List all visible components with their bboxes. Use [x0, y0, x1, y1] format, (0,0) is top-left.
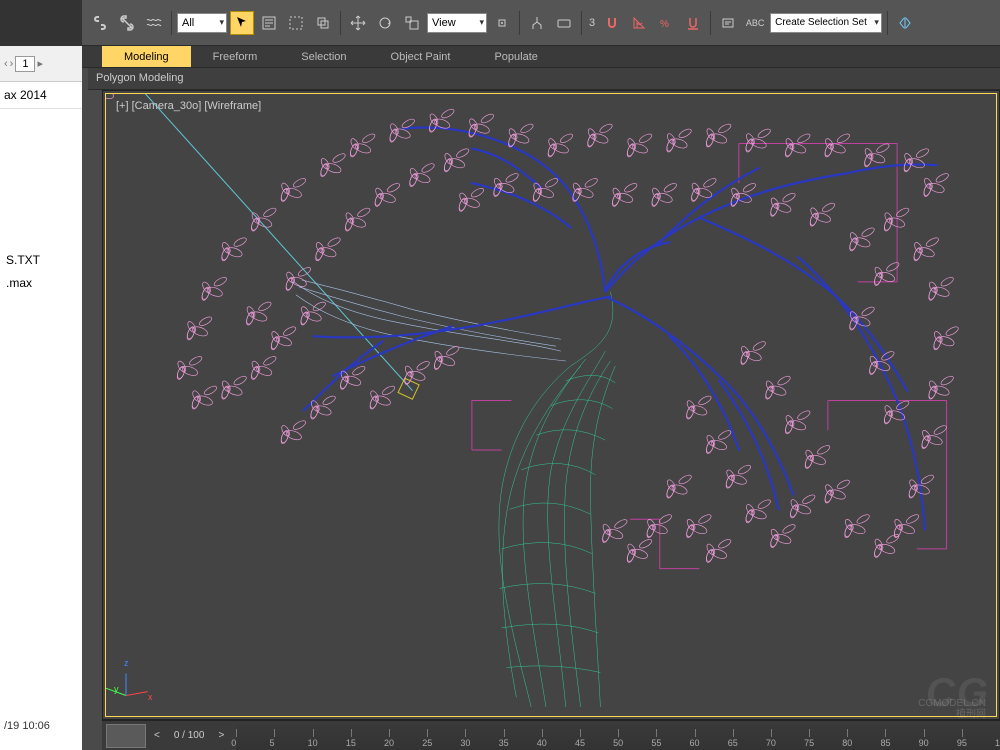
time-tick: 100: [995, 738, 1000, 748]
time-tick: 10: [308, 738, 318, 748]
mirror-icon[interactable]: [893, 11, 917, 35]
breadcrumb[interactable]: ax 2014: [0, 82, 82, 109]
pivot-icon[interactable]: [490, 11, 514, 35]
time-tick: 90: [919, 738, 929, 748]
unlink-icon[interactable]: [115, 11, 139, 35]
tab-populate[interactable]: Populate: [472, 46, 559, 67]
tab-modeling[interactable]: Modeling: [102, 46, 191, 67]
time-tick: 25: [422, 738, 432, 748]
time-position: 0 / 100: [164, 730, 215, 741]
window-crossing-icon[interactable]: [311, 11, 335, 35]
snap-value: 3: [589, 17, 595, 29]
time-tick: 95: [957, 738, 967, 748]
time-tick: 70: [766, 738, 776, 748]
ribbon-tabs: Modeling Freeform Selection Object Paint…: [82, 46, 1000, 68]
time-tick: 60: [690, 738, 700, 748]
axis-gizmo: x y z: [120, 662, 160, 702]
nav-dropdown-icon[interactable]: ▸: [37, 57, 43, 70]
nav-page[interactable]: 1: [15, 56, 35, 72]
nav-forward-icon[interactable]: ›: [10, 58, 14, 70]
rect-select-icon[interactable]: [284, 11, 308, 35]
time-tick: 15: [346, 738, 356, 748]
selection-set-dropdown[interactable]: Create Selection Set: [770, 13, 882, 33]
select-cursor-icon[interactable]: [230, 11, 254, 35]
rotate-icon[interactable]: [373, 11, 397, 35]
snap-toggle-icon[interactable]: [600, 11, 624, 35]
time-tick: 20: [384, 738, 394, 748]
tab-selection[interactable]: Selection: [279, 46, 368, 67]
abc-icon[interactable]: ABC: [743, 11, 767, 35]
viewport[interactable]: [+] [Camera_30o] [Wireframe]: [102, 90, 1000, 720]
tab-object-paint[interactable]: Object Paint: [369, 46, 473, 67]
file-date: /19 10:06: [4, 720, 50, 732]
time-tick: 35: [499, 738, 509, 748]
time-prev-icon[interactable]: <: [150, 730, 164, 741]
angle-snap-icon[interactable]: [627, 11, 651, 35]
named-selection-edit-icon[interactable]: [716, 11, 740, 35]
tab-freeform[interactable]: Freeform: [191, 46, 280, 67]
time-tick: 65: [728, 738, 738, 748]
time-tick: 30: [460, 738, 470, 748]
ribbon-section-label: Polygon Modeling: [88, 68, 1000, 90]
file-explorer-panel: ‹ › 1 ▸ ax 2014 S.TXT .max /19 10:06: [0, 0, 82, 750]
time-ruler[interactable]: 0510152025303540455055606570758085909510…: [236, 721, 1000, 750]
main-toolbar: All View 3 % ABC Create Selection Set: [82, 0, 1000, 46]
time-tick: 85: [880, 738, 890, 748]
link-icon[interactable]: [88, 11, 112, 35]
time-tick: 5: [269, 738, 274, 748]
time-tick: 55: [651, 738, 661, 748]
explorer-nav: ‹ › 1 ▸: [0, 46, 82, 82]
select-by-name-icon[interactable]: [257, 11, 281, 35]
file-item[interactable]: .max: [0, 272, 82, 295]
timeline[interactable]: < 0 / 100 > 0 5 10 15 20 25 30 35 40 45 50 55 60 65 70…: [102, 720, 1000, 750]
waves-icon[interactable]: [142, 11, 166, 35]
percent-snap-icon[interactable]: %: [654, 11, 678, 35]
coord-system-dropdown[interactable]: View: [427, 13, 487, 33]
time-scrubber[interactable]: [106, 724, 146, 748]
time-next-icon[interactable]: >: [214, 730, 228, 741]
time-tick: 40: [537, 738, 547, 748]
nav-back-icon[interactable]: ‹: [4, 58, 8, 70]
spinner-snap-icon[interactable]: [681, 11, 705, 35]
selection-filter-dropdown[interactable]: All: [177, 13, 227, 33]
time-tick: 45: [575, 738, 585, 748]
time-tick: 0: [231, 738, 236, 748]
time-tick: 75: [804, 738, 814, 748]
viewport-label[interactable]: [+] [Camera_30o] [Wireframe]: [116, 100, 261, 112]
viewport-canvas[interactable]: [+] [Camera_30o] [Wireframe]: [105, 93, 997, 717]
time-tick: 80: [842, 738, 852, 748]
tree-wireframe: [106, 94, 996, 707]
time-tick: 50: [613, 738, 623, 748]
main-app: All View 3 % ABC Create Selection Set Mo…: [82, 0, 1000, 750]
scale-icon[interactable]: [400, 11, 424, 35]
file-item[interactable]: S.TXT: [0, 249, 82, 272]
manipulate-icon[interactable]: [525, 11, 549, 35]
file-list: S.TXT .max: [0, 249, 82, 295]
keyboard-shortcut-icon[interactable]: [552, 11, 576, 35]
move-icon[interactable]: [346, 11, 370, 35]
svg-text:%: %: [660, 19, 669, 30]
